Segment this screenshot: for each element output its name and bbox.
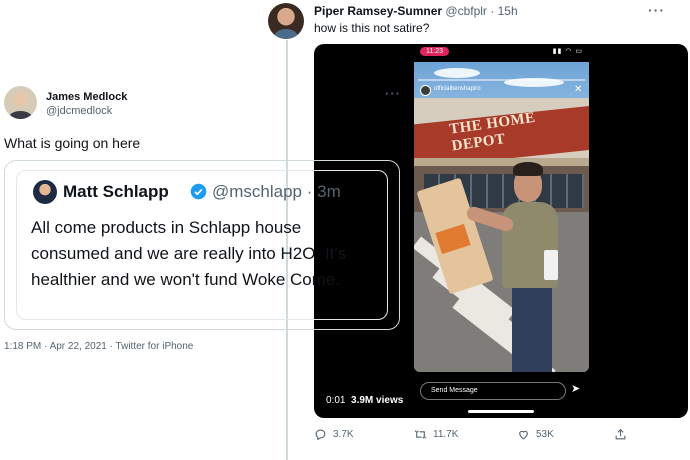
matt-name: Matt Schlapp xyxy=(63,182,169,201)
matt-handle: @mschlapp xyxy=(212,182,303,201)
story-frame: THE HOME DEPOT officialbenshapiro ✕ xyxy=(414,48,589,372)
person-legs xyxy=(512,288,552,372)
retweet-icon xyxy=(414,430,427,439)
reply-count: 3.7K xyxy=(333,429,354,440)
video-duration: 0:01 xyxy=(326,395,346,406)
piper-avatar[interactable] xyxy=(268,3,304,39)
matt-time: 3m xyxy=(317,182,341,201)
piper-name[interactable]: Piper Ramsey-Sumner xyxy=(314,4,442,18)
cup xyxy=(544,250,558,280)
video-views: 3.9M views xyxy=(351,395,404,406)
tweet-actions: 3.7K 11.7K 53K xyxy=(314,428,688,444)
quoted-tweet-text: All come products in Schlapp house consu… xyxy=(31,218,347,289)
piper-handle[interactable]: @cbfplr · 15h xyxy=(445,4,517,18)
status-time: 11:23 xyxy=(420,46,449,56)
close-icon: ✕ xyxy=(574,84,583,95)
like-count: 53K xyxy=(536,429,554,440)
video-stats: 0:01 3.9M views xyxy=(326,395,403,406)
reply-button[interactable]: 3.7K xyxy=(314,428,354,441)
share-button[interactable] xyxy=(614,428,627,441)
story-username: officialbenshapiro xyxy=(434,86,481,92)
piper-header: Piper Ramsey-Sumner @cbfplr · 15h xyxy=(314,4,518,18)
reply-icon xyxy=(315,429,326,441)
matt-avatar xyxy=(33,180,57,204)
video-scene: THE HOME DEPOT officialbenshapiro ✕ xyxy=(414,62,589,372)
piper-tweet-text: how is this not satire? xyxy=(314,21,430,35)
share-icon xyxy=(615,428,626,440)
quoted-tweet-card[interactable]: Matt Schlapp @mschlapp · 3m All come pro… xyxy=(4,160,400,330)
phone-status-bar: 11:23 ▮▮ ◠ ▭ xyxy=(414,44,589,58)
tweet-timestamp[interactable]: 1:18 PM · Apr 22, 2021 · Twitter for iPh… xyxy=(4,341,193,352)
retweet-button[interactable]: 11.7K xyxy=(414,428,458,441)
piper-time[interactable]: 15h xyxy=(498,4,518,18)
heart-icon xyxy=(519,430,528,440)
matt-meta: @mschlapp · 3m xyxy=(212,182,341,201)
verified-badge-icon xyxy=(190,183,207,200)
more-options-icon[interactable]: ··· xyxy=(385,86,401,101)
home-indicator xyxy=(468,410,534,413)
cloud xyxy=(434,68,480,78)
retweet-count: 11.7K xyxy=(433,429,459,440)
story-avatar xyxy=(420,85,431,96)
james-handle[interactable]: @jdcmedlock xyxy=(46,105,112,117)
james-tweet-text: What is going on here xyxy=(4,135,141,151)
send-icon: ➤ xyxy=(571,383,581,395)
store-beam xyxy=(414,158,589,166)
james-name[interactable]: James Medlock xyxy=(46,91,127,103)
person-hair xyxy=(513,162,543,176)
like-button[interactable]: 53K xyxy=(517,428,554,441)
send-message-field: Send Message xyxy=(420,382,566,400)
more-options-icon[interactable]: ··· xyxy=(648,2,665,18)
story-progress-bar xyxy=(418,79,585,81)
signal-icons: ▮▮ ◠ ▭ xyxy=(552,48,583,55)
quoted-tweet-inner: Matt Schlapp @mschlapp · 3m All come pro… xyxy=(16,170,388,320)
james-avatar[interactable] xyxy=(4,86,37,119)
